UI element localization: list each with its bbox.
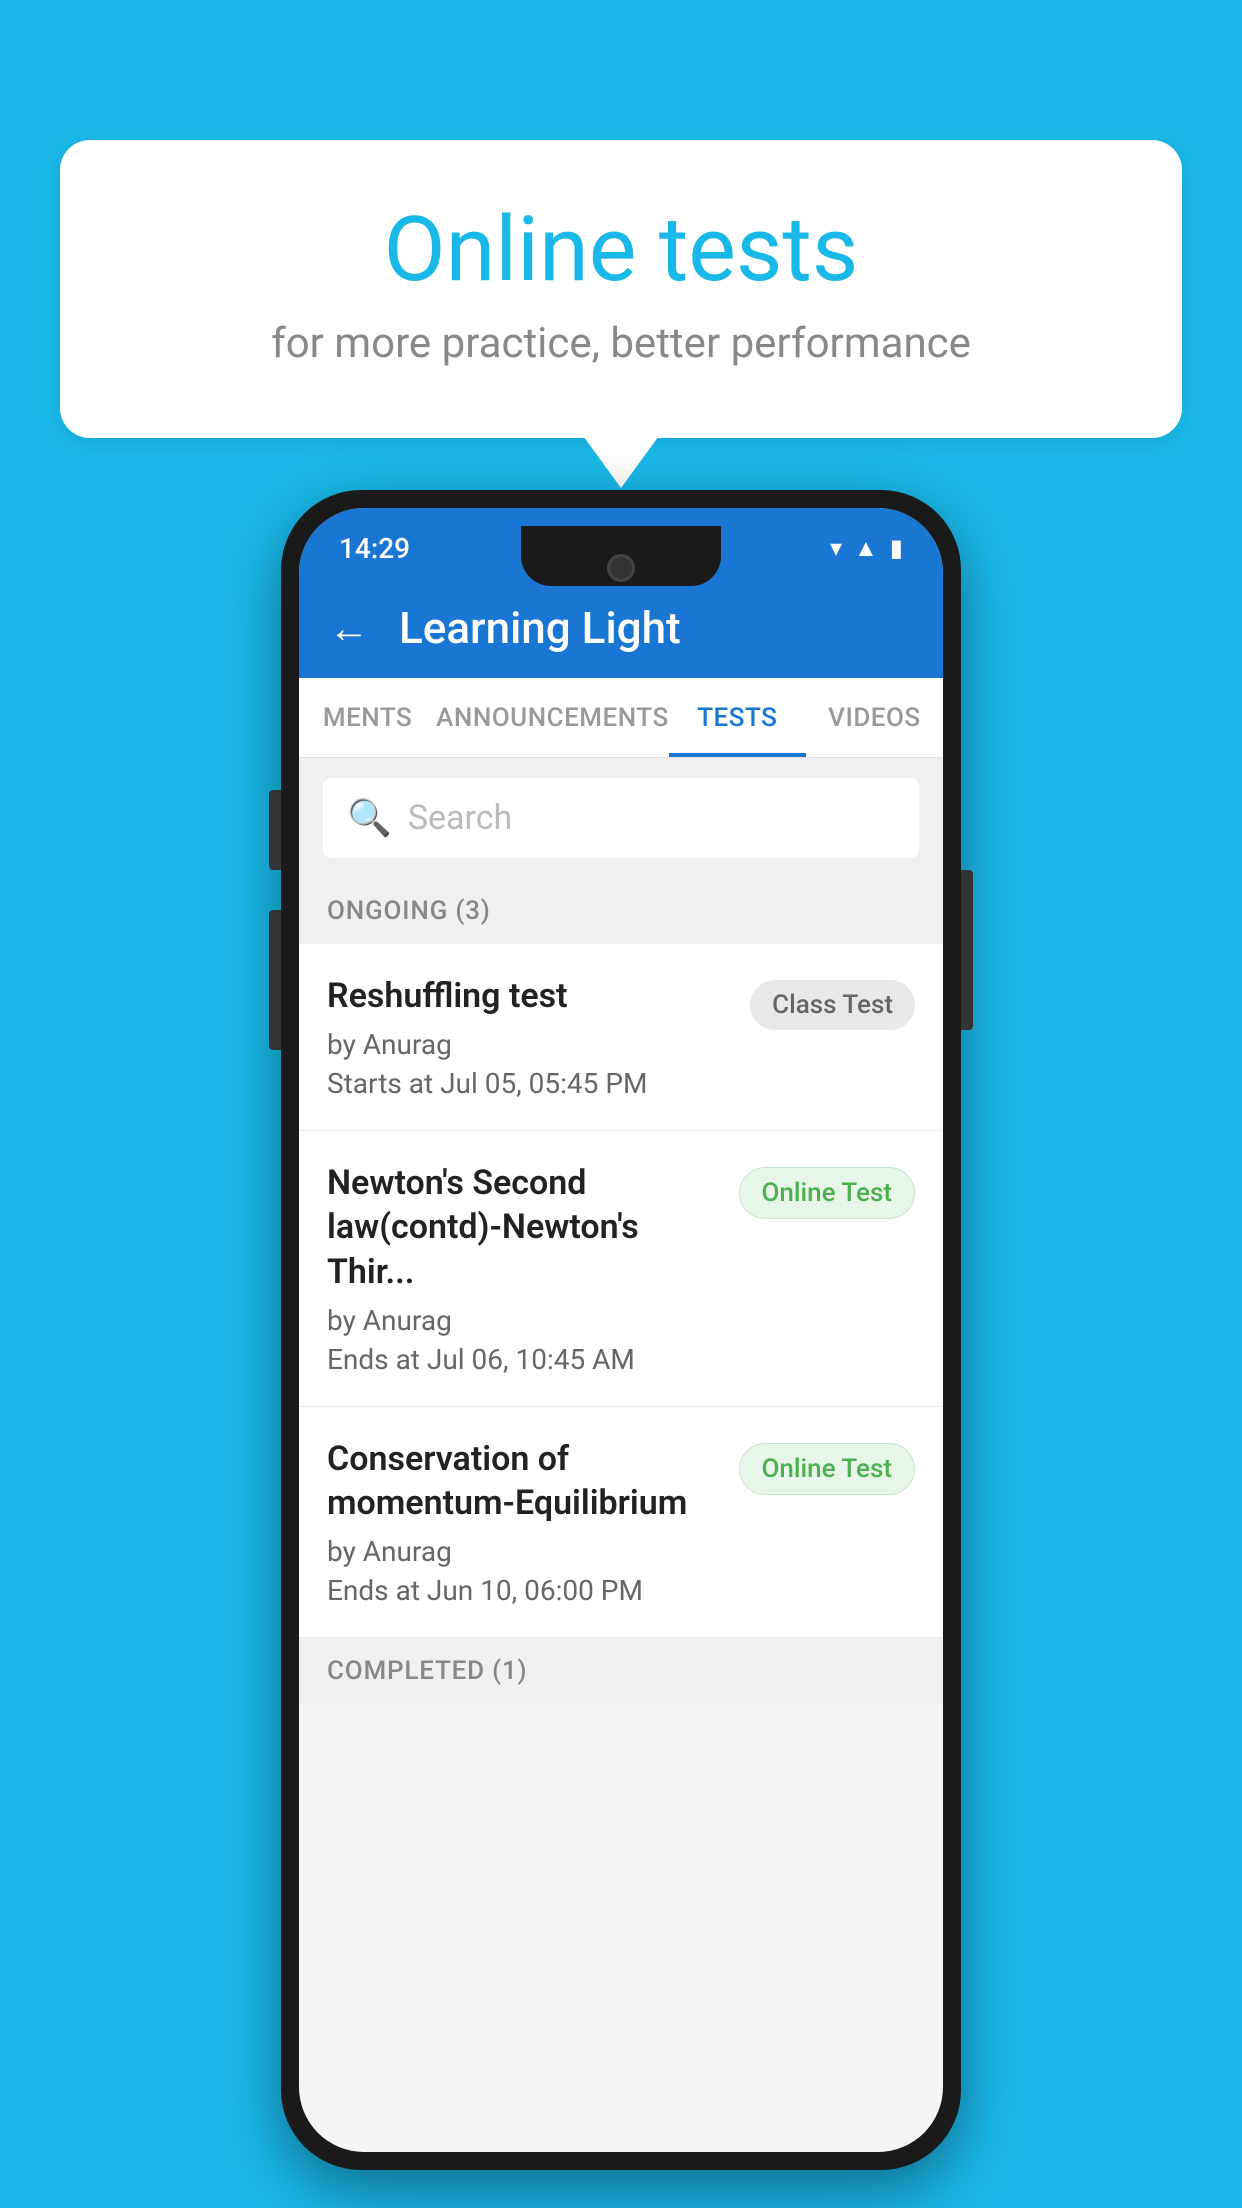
completed-label: COMPLETED (1) [327,1656,527,1686]
tab-bar: MENTS ANNOUNCEMENTS TESTS VIDEOS [299,678,943,758]
app-bar: ← Learning Light [299,578,943,678]
app-title: Learning Light [399,602,681,654]
phone-button-volume-down [269,910,281,1050]
tab-announcements[interactable]: ANNOUNCEMENTS [436,678,669,757]
signal-icon: ▲ [854,534,878,563]
test-date: Ends at Jul 06, 10:45 AM [327,1343,719,1376]
completed-section-header: COMPLETED (1) [299,1638,943,1704]
back-button[interactable]: ← [329,605,369,652]
search-container: 🔍 Search [299,758,943,878]
test-item[interactable]: Newton's Second law(contd)-Newton's Thir… [299,1131,943,1407]
speech-bubble: Online tests for more practice, better p… [60,140,1182,438]
tab-tests[interactable]: TESTS [669,678,806,757]
search-placeholder: Search [408,798,512,838]
bubble-subtitle: for more practice, better performance [140,319,1102,368]
test-author: by Anurag [327,1304,719,1337]
phone-mockup: 14:29 ▾ ▲ ▮ ← Learning Light MENTS ANNOU… [281,490,961,2170]
phone-notch [521,526,721,586]
phone-button-power [961,870,973,1030]
search-bar[interactable]: 🔍 Search [323,778,919,858]
search-icon: 🔍 [347,797,392,839]
tab-videos[interactable]: VIDEOS [806,678,943,757]
battery-icon: ▮ [890,534,903,562]
phone-camera [607,554,635,582]
phone-screen: 14:29 ▾ ▲ ▮ ← Learning Light MENTS ANNOU… [299,508,943,2152]
test-info: Conservation of momentum-Equilibrium by … [327,1437,719,1607]
wifi-icon: ▾ [830,534,842,562]
test-item[interactable]: Reshuffling test by Anurag Starts at Jul… [299,944,943,1131]
test-badge-online-2: Online Test [739,1443,916,1495]
phone-outer: 14:29 ▾ ▲ ▮ ← Learning Light MENTS ANNOU… [281,490,961,2170]
test-info: Reshuffling test by Anurag Starts at Jul… [327,974,730,1100]
test-badge-online: Online Test [739,1167,916,1219]
speech-bubble-container: Online tests for more practice, better p… [60,140,1182,438]
ongoing-label: ONGOING (3) [327,896,491,926]
status-icons: ▾ ▲ ▮ [830,534,903,563]
test-badge-class: Class Test [750,980,915,1030]
test-name: Conservation of momentum-Equilibrium [327,1437,719,1525]
test-date: Ends at Jun 10, 06:00 PM [327,1574,719,1607]
test-author: by Anurag [327,1028,730,1061]
test-item[interactable]: Conservation of momentum-Equilibrium by … [299,1407,943,1638]
test-date: Starts at Jul 05, 05:45 PM [327,1067,730,1100]
status-time: 14:29 [339,532,410,565]
ongoing-section-header: ONGOING (3) [299,878,943,944]
test-info: Newton's Second law(contd)-Newton's Thir… [327,1161,719,1376]
test-name: Newton's Second law(contd)-Newton's Thir… [327,1161,719,1294]
test-name: Reshuffling test [327,974,730,1018]
test-author: by Anurag [327,1535,719,1568]
bubble-title: Online tests [140,200,1102,299]
phone-button-volume-up [269,790,281,870]
test-list: Reshuffling test by Anurag Starts at Jul… [299,944,943,1638]
tab-assignments[interactable]: MENTS [299,678,436,757]
